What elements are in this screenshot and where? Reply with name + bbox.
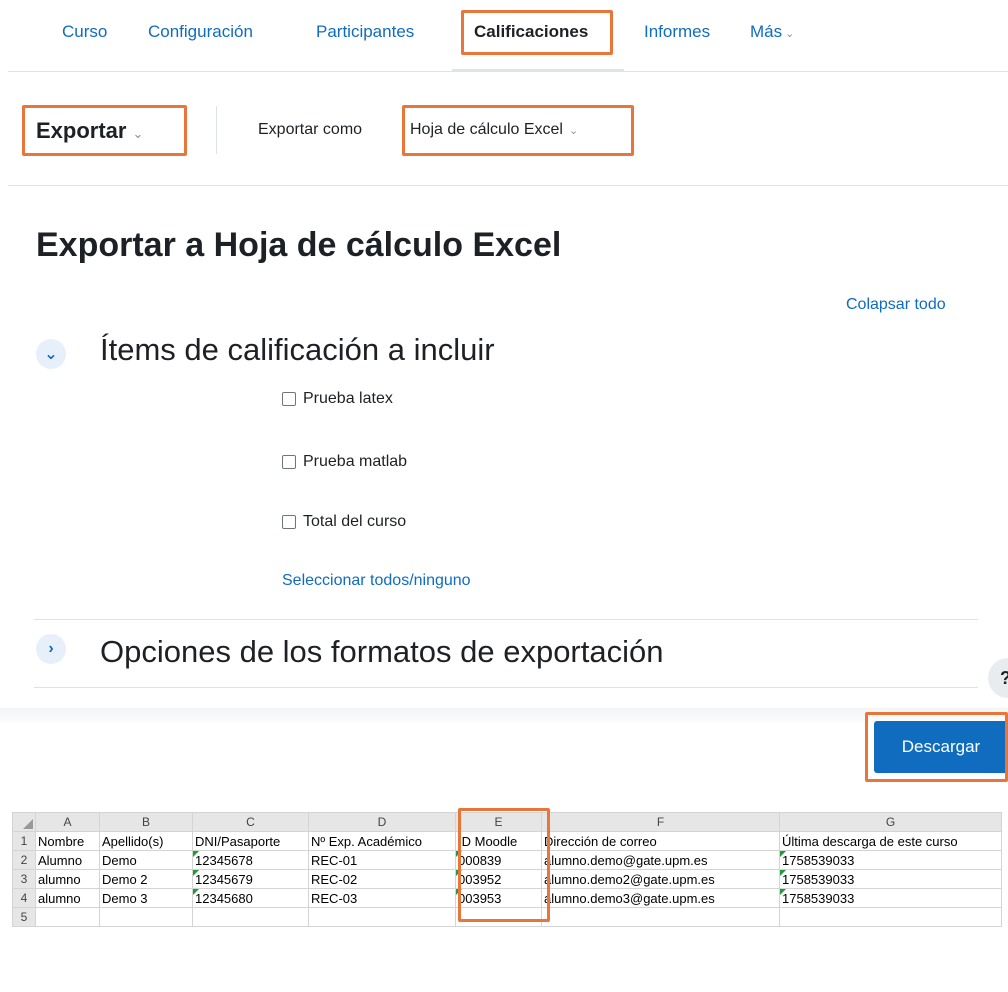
table-cell[interactable]: alumno — [35, 888, 100, 908]
checkbox-row-prueba-latex: Prueba latex — [282, 390, 393, 408]
tab-curso[interactable]: Curso — [62, 22, 107, 42]
highlight-box-id-moodle — [458, 808, 550, 922]
table-cell[interactable] — [779, 907, 1002, 927]
table-cell[interactable]: 1758539033 — [779, 850, 1002, 870]
section-title-grade-items[interactable]: Ítems de calificación a incluir — [100, 332, 495, 368]
section-divider — [34, 619, 978, 620]
help-button[interactable]: ? — [988, 658, 1008, 698]
tab-mas-label: Más — [750, 22, 783, 41]
tab-mas[interactable]: Más ⌄ — [750, 22, 794, 42]
table-cell[interactable]: DNI/Pasaporte — [192, 831, 309, 851]
section-expand-icon[interactable]: ⌄ — [36, 339, 66, 369]
row-header[interactable]: 2 — [12, 850, 36, 870]
section-collapsed-icon[interactable]: › — [36, 634, 66, 664]
checkbox[interactable] — [282, 455, 296, 469]
checkbox[interactable] — [282, 515, 296, 529]
section-divider — [34, 687, 978, 688]
chevron-down-icon: ⌄ — [785, 28, 795, 40]
checkbox-label: Total del curso — [303, 513, 407, 530]
table-cell[interactable]: Nº Exp. Académico — [308, 831, 456, 851]
checkbox-row-total-curso: Total del curso — [282, 513, 406, 531]
table-cell[interactable] — [541, 907, 780, 927]
highlight-box-exportar — [22, 105, 187, 156]
table-cell[interactable]: Nombre — [35, 831, 100, 851]
select-all-none-link[interactable]: Seleccionar todos/ninguno — [282, 572, 471, 590]
table-cell[interactable]: 12345680 — [192, 888, 309, 908]
sheet-corner[interactable] — [12, 812, 36, 832]
column-header[interactable]: B — [99, 812, 193, 832]
table-cell[interactable] — [99, 907, 193, 927]
table-cell[interactable]: 12345679 — [192, 869, 309, 889]
highlight-box-calificaciones — [461, 10, 613, 55]
row-header[interactable]: 1 — [12, 831, 36, 851]
column-header[interactable]: C — [192, 812, 309, 832]
table-cell[interactable]: alumno.demo3@gate.upm.es — [541, 888, 780, 908]
nav-divider — [8, 71, 1008, 72]
table-cell[interactable]: Demo 2 — [99, 869, 193, 889]
column-header[interactable]: D — [308, 812, 456, 832]
table-cell[interactable] — [192, 907, 309, 927]
collapse-all-link[interactable]: Colapsar todo — [846, 296, 946, 314]
checkbox-row-prueba-matlab: Prueba matlab — [282, 453, 407, 471]
table-cell[interactable]: REC-02 — [308, 869, 456, 889]
highlight-box-descargar — [865, 712, 1008, 782]
table-cell[interactable]: alumno.demo2@gate.upm.es — [541, 869, 780, 889]
checkbox[interactable] — [282, 392, 296, 406]
row-header[interactable]: 5 — [12, 907, 36, 927]
checkbox-label: Prueba latex — [303, 390, 393, 407]
table-cell[interactable]: Apellido(s) — [99, 831, 193, 851]
table-cell[interactable]: Demo — [99, 850, 193, 870]
table-cell[interactable]: alumno — [35, 869, 100, 889]
column-header[interactable]: G — [779, 812, 1002, 832]
table-cell[interactable]: Demo 3 — [99, 888, 193, 908]
highlight-box-export-format — [402, 105, 634, 156]
tab-informes[interactable]: Informes — [644, 22, 710, 42]
checkbox-label: Prueba matlab — [303, 453, 408, 470]
row-header[interactable]: 4 — [12, 888, 36, 908]
toolbar-separator — [216, 106, 217, 154]
column-header[interactable]: A — [35, 812, 100, 832]
table-cell[interactable]: REC-03 — [308, 888, 456, 908]
table-cell[interactable]: Dirección de correo — [541, 831, 780, 851]
select-all-triangle-icon — [23, 819, 33, 829]
table-cell[interactable]: Última descarga de este curso — [779, 831, 1002, 851]
row-header[interactable]: 3 — [12, 869, 36, 889]
table-cell[interactable]: 1758539033 — [779, 888, 1002, 908]
page-title: Exportar a Hoja de cálculo Excel — [36, 226, 562, 264]
table-cell[interactable]: alumno.demo@gate.upm.es — [541, 850, 780, 870]
export-as-label: Exportar como — [258, 121, 363, 138]
toolbar-divider — [8, 185, 1008, 186]
column-header[interactable]: F — [541, 812, 780, 832]
footer-shadow — [0, 708, 1008, 726]
table-cell[interactable]: REC-01 — [308, 850, 456, 870]
tab-configuracion[interactable]: Configuración — [148, 22, 253, 42]
section-title-export-options[interactable]: Opciones de los formatos de exportación — [100, 634, 663, 670]
table-cell[interactable]: 12345678 — [192, 850, 309, 870]
table-cell[interactable] — [308, 907, 456, 927]
table-cell[interactable] — [35, 907, 100, 927]
table-cell[interactable]: Alumno — [35, 850, 100, 870]
table-cell[interactable]: 1758539033 — [779, 869, 1002, 889]
tab-participantes[interactable]: Participantes — [316, 22, 414, 42]
